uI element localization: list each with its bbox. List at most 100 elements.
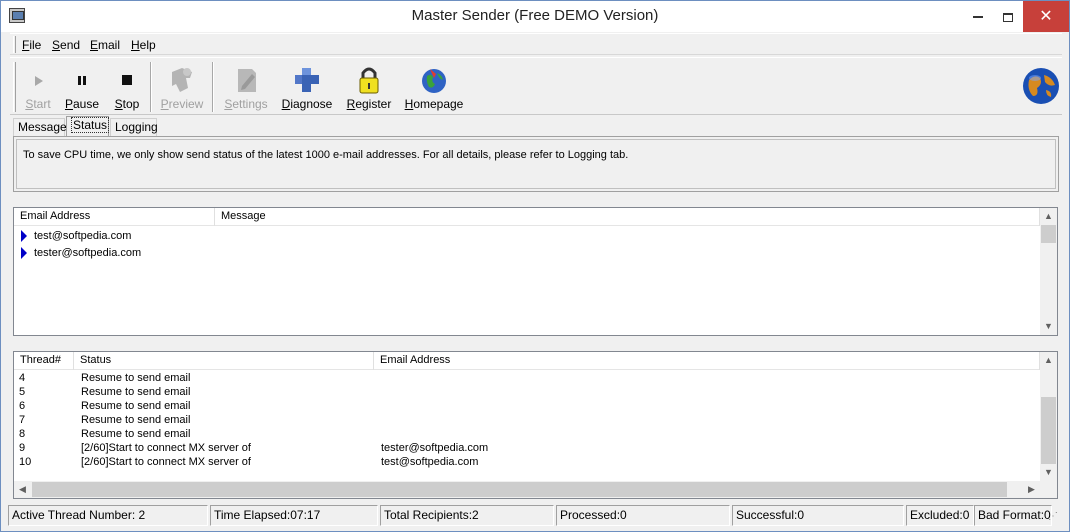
- close-icon: ✕: [1039, 8, 1053, 25]
- minimize-button[interactable]: [964, 1, 992, 32]
- total-recipients-status: Total Recipients:2: [380, 505, 554, 526]
- status-cell: Resume to send email: [81, 372, 191, 384]
- scroll-thumb[interactable]: [1041, 225, 1056, 243]
- arrow-right-icon: [21, 247, 27, 260]
- column-email-address[interactable]: Email Address: [374, 352, 1040, 370]
- play-icon: [35, 76, 43, 86]
- table-row[interactable]: 5 Resume to send email: [14, 385, 1040, 399]
- thread-cell: 9: [19, 442, 26, 454]
- stop-label: Stop: [114, 97, 140, 111]
- thread-list-vscrollbar[interactable]: ▲ ▼: [1040, 352, 1057, 481]
- info-panel-inner: To save CPU time, we only show send stat…: [16, 139, 1056, 189]
- menu-file[interactable]: File: [22, 38, 41, 52]
- thread-list[interactable]: Thread# Status Email Address 4 Resume to…: [13, 351, 1058, 499]
- status-cell: Resume to send email: [81, 400, 191, 412]
- start-button[interactable]: Start: [18, 58, 58, 116]
- excluded-status: Excluded:0: [906, 505, 974, 526]
- thread-cell: 7: [19, 414, 26, 426]
- info-panel: To save CPU time, we only show send stat…: [13, 136, 1059, 192]
- scroll-right-icon[interactable]: ▶: [1023, 481, 1040, 498]
- status-cell: Resume to send email: [81, 428, 191, 440]
- homepage-button[interactable]: Homepage: [402, 58, 466, 116]
- table-row[interactable]: 4 Resume to send email: [14, 371, 1040, 385]
- thread-list-hscrollbar[interactable]: ◀ ▶: [14, 481, 1040, 498]
- toolbar-separator: [150, 62, 152, 112]
- list-item[interactable]: test@softpedia.com: [21, 229, 131, 243]
- diagnose-icon: [295, 68, 319, 92]
- list-item[interactable]: tester@softpedia.com: [21, 246, 141, 260]
- tab-message-label: Message: [18, 120, 67, 134]
- globe-logo-icon: [1023, 68, 1059, 104]
- status-cell: [2/60]Start to connect MX server of: [81, 456, 251, 468]
- register-button[interactable]: Register: [343, 58, 395, 116]
- tab-logging[interactable]: Logging: [110, 118, 158, 136]
- active-threads-status: Active Thread Number: 2: [8, 505, 208, 526]
- column-email-address[interactable]: Email Address: [14, 208, 215, 226]
- time-elapsed-status: Time Elapsed:07:17: [210, 505, 378, 526]
- column-status[interactable]: Status: [74, 352, 374, 370]
- scroll-down-icon[interactable]: ▼: [1040, 318, 1057, 335]
- column-message[interactable]: Message: [215, 208, 1040, 226]
- email-address-cell: tester@softpedia.com: [34, 247, 142, 259]
- title-bar[interactable]: Master Sender (Free DEMO Version) ✕: [1, 1, 1069, 32]
- scroll-up-icon[interactable]: ▲: [1040, 208, 1057, 225]
- scroll-down-icon[interactable]: ▼: [1040, 464, 1057, 481]
- maximize-icon: [1003, 12, 1013, 22]
- status-bar: Active Thread Number: 2 Time Elapsed:07:…: [8, 504, 1065, 526]
- table-row[interactable]: 8 Resume to send email: [14, 427, 1040, 441]
- minimize-icon: [973, 16, 983, 19]
- scroll-up-icon[interactable]: ▲: [1040, 352, 1057, 369]
- maximize-button[interactable]: [994, 1, 1022, 32]
- toolbar: Start Pause Stop Preview Settings Diagno…: [10, 57, 1062, 115]
- settings-button[interactable]: Settings: [219, 58, 273, 116]
- scroll-left-icon[interactable]: ◀: [14, 481, 31, 498]
- pause-button[interactable]: Pause: [62, 58, 102, 116]
- menu-help[interactable]: Help: [131, 38, 156, 52]
- thread-list-header: Thread# Status Email Address: [14, 352, 1040, 370]
- scroll-corner: [1040, 481, 1057, 498]
- email-list-header: Email Address Message: [14, 208, 1040, 226]
- homepage-label: Homepage: [404, 97, 464, 111]
- status-cell: Resume to send email: [81, 386, 191, 398]
- menu-email[interactable]: Email: [90, 38, 120, 52]
- tab-status-label: Status: [71, 117, 110, 133]
- thread-cell: 10: [19, 456, 32, 468]
- lock-icon: [359, 67, 379, 94]
- settings-icon: [238, 69, 256, 92]
- menu-grip[interactable]: [13, 36, 16, 53]
- main-window: Master Sender (Free DEMO Version) ✕ File…: [0, 0, 1070, 532]
- tab-status[interactable]: Status: [66, 116, 110, 136]
- bad-format-status: Bad Format:0: [974, 505, 1052, 526]
- pause-icon: [78, 76, 86, 85]
- toolbar-grip[interactable]: [13, 62, 16, 112]
- column-thread[interactable]: Thread#: [14, 352, 74, 370]
- email-list-vscrollbar[interactable]: ▲ ▼: [1040, 208, 1057, 335]
- status-cell: Resume to send email: [81, 414, 191, 426]
- diagnose-label: Diagnose: [281, 97, 333, 111]
- tab-message[interactable]: Message: [13, 118, 67, 136]
- table-row[interactable]: 10 [2/60]Start to connect MX server of t…: [14, 455, 1040, 469]
- diagnose-button[interactable]: Diagnose: [278, 58, 336, 116]
- processed-status: Processed:0: [556, 505, 730, 526]
- preview-button[interactable]: Preview: [156, 58, 208, 116]
- email-address-cell: test@softpedia.com: [34, 230, 132, 242]
- thread-cell: 6: [19, 400, 26, 412]
- pause-label: Pause: [64, 97, 100, 111]
- close-button[interactable]: ✕: [1023, 1, 1069, 32]
- resize-grip-icon[interactable]: ⋰: [1048, 511, 1058, 522]
- table-row[interactable]: 7 Resume to send email: [14, 413, 1040, 427]
- tab-logging-label: Logging: [115, 120, 158, 134]
- table-row[interactable]: 6 Resume to send email: [14, 399, 1040, 413]
- email-list[interactable]: Email Address Message test@softpedia.com…: [13, 207, 1058, 336]
- preview-icon: [172, 68, 192, 92]
- table-row[interactable]: 9 [2/60]Start to connect MX server of te…: [14, 441, 1040, 455]
- menu-send[interactable]: Send: [52, 38, 80, 52]
- status-cell: [2/60]Start to connect MX server of: [81, 442, 251, 454]
- arrow-right-icon: [21, 230, 27, 243]
- stop-button[interactable]: Stop: [107, 58, 147, 116]
- register-label: Register: [346, 97, 392, 111]
- thread-cell: 5: [19, 386, 26, 398]
- globe-icon: [422, 69, 446, 93]
- scroll-thumb[interactable]: [32, 482, 1007, 497]
- scroll-thumb[interactable]: [1041, 397, 1056, 464]
